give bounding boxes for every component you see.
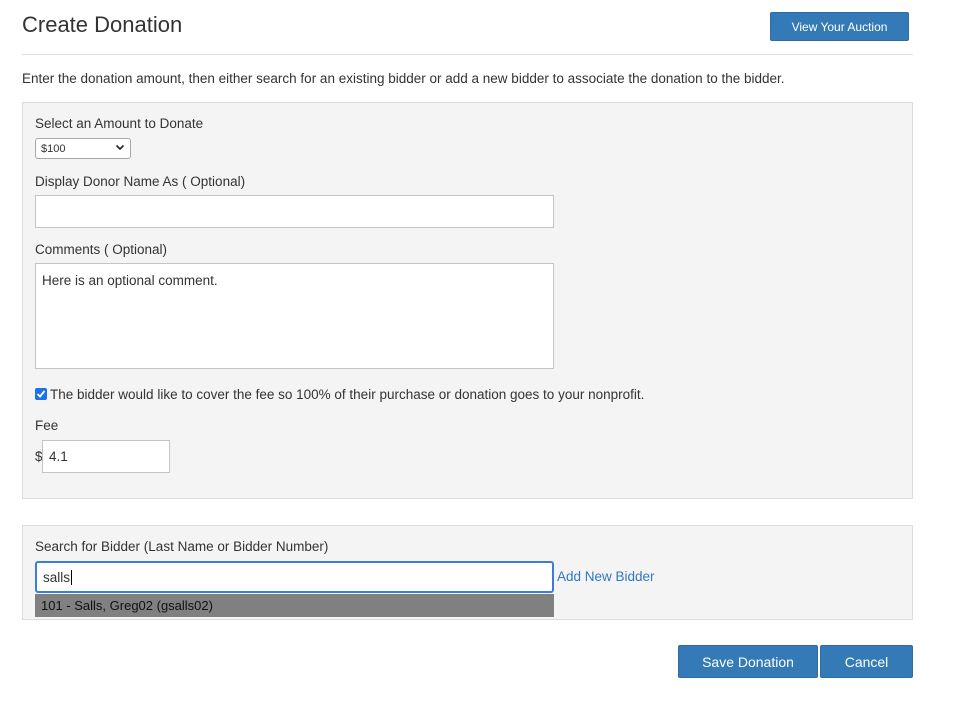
header-divider bbox=[22, 54, 913, 55]
add-new-bidder-link[interactable]: Add New Bidder bbox=[557, 569, 655, 584]
amount-select-value: $100 bbox=[41, 142, 66, 155]
cancel-button[interactable]: Cancel bbox=[820, 645, 913, 678]
cover-fee-checkbox[interactable] bbox=[35, 388, 47, 400]
bidder-search-input[interactable]: salls bbox=[35, 561, 554, 593]
page-title: Create Donation bbox=[22, 12, 183, 37]
amount-select[interactable]: $100 bbox=[35, 138, 131, 159]
donor-name-label: Display Donor Name As ( Optional) bbox=[35, 174, 246, 189]
bidder-suggestion-item[interactable]: 101 - Salls, Greg02 (gsalls02) bbox=[35, 594, 554, 617]
cover-fee-label: The bidder would like to cover the fee s… bbox=[50, 387, 645, 402]
bidder-search-value: salls bbox=[43, 569, 71, 585]
text-caret bbox=[71, 569, 73, 585]
comments-textarea[interactable]: Here is an optional comment. bbox=[35, 263, 554, 369]
fee-label: Fee bbox=[35, 418, 59, 433]
view-auction-button[interactable]: View Your Auction bbox=[770, 12, 909, 41]
comments-label: Comments ( Optional) bbox=[35, 242, 168, 257]
bidder-search-label: Search for Bidder (Last Name or Bidder N… bbox=[35, 539, 329, 554]
intro-text: Enter the donation amount, then either s… bbox=[22, 71, 785, 86]
donor-name-input[interactable] bbox=[35, 195, 554, 228]
save-donation-button[interactable]: Save Donation bbox=[678, 645, 818, 678]
checkmark-icon bbox=[36, 390, 46, 398]
amount-label: Select an Amount to Donate bbox=[35, 116, 204, 131]
fee-input[interactable]: 4.1 bbox=[42, 440, 170, 473]
chevron-down-icon bbox=[115, 142, 125, 155]
